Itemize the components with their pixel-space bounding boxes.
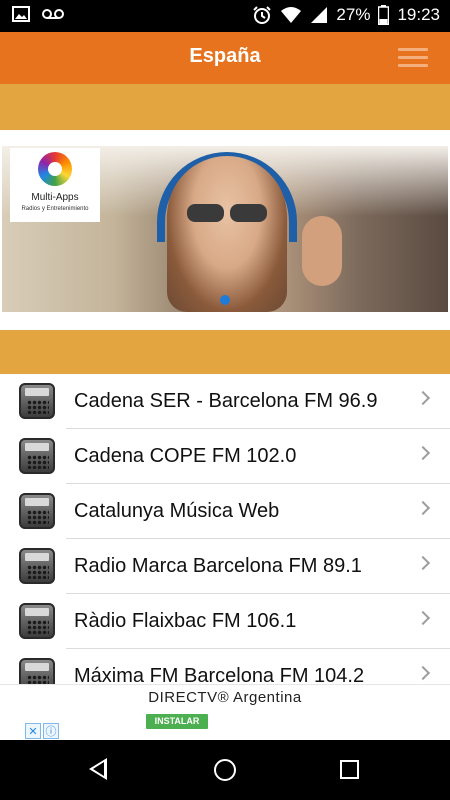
home-icon[interactable] bbox=[214, 759, 236, 781]
install-button[interactable]: INSTALAR bbox=[146, 714, 208, 729]
radio-icon bbox=[19, 383, 55, 419]
station-item[interactable]: Catalunya Música Web bbox=[0, 484, 450, 539]
station-item[interactable]: Cadena SER - Barcelona FM 96.9 bbox=[0, 374, 450, 429]
close-icon[interactable]: ✕ bbox=[25, 723, 41, 739]
person-graphic bbox=[167, 156, 287, 312]
voicemail-icon bbox=[42, 9, 64, 19]
clock: 19:23 bbox=[397, 5, 440, 24]
chevron-right-icon bbox=[415, 610, 431, 626]
radio-icon bbox=[19, 603, 55, 639]
image-icon bbox=[12, 6, 30, 22]
station-item[interactable]: Cadena COPE FM 102.0 bbox=[0, 429, 450, 484]
radio-icon bbox=[19, 548, 55, 584]
station-item[interactable]: Radio Marca Barcelona FM 89.1 bbox=[0, 539, 450, 594]
station-label: Radio Marca Barcelona FM 89.1 bbox=[74, 555, 362, 577]
battery-percent: 27% bbox=[336, 5, 371, 24]
station-label: Máxima FM Barcelona FM 104.2 bbox=[74, 665, 365, 684]
chevron-right-icon bbox=[415, 555, 431, 571]
app-bar: España bbox=[0, 32, 450, 84]
signal-icon bbox=[311, 7, 328, 23]
back-icon[interactable] bbox=[89, 758, 107, 780]
station-label: Cadena SER - Barcelona FM 96.9 bbox=[74, 390, 378, 412]
system-nav-bar bbox=[0, 740, 450, 800]
thumbs-up-graphic bbox=[302, 216, 342, 286]
radio-icon bbox=[19, 493, 55, 529]
logo-icon bbox=[38, 152, 72, 186]
station-item[interactable]: Ràdio Flaixbac FM 106.1 bbox=[0, 594, 450, 649]
station-item[interactable]: Máxima FM Barcelona FM 104.2 bbox=[0, 649, 450, 684]
banner-bottom-band bbox=[0, 330, 450, 374]
ad-title: DIRECTV® Argentina bbox=[148, 689, 302, 706]
status-bar: 27% 19:23 bbox=[0, 0, 450, 32]
page-title: España bbox=[189, 45, 261, 67]
adchoices[interactable]: ✕ ⓘ bbox=[25, 723, 59, 739]
info-icon[interactable]: ⓘ bbox=[43, 723, 59, 739]
banner-top-band bbox=[0, 84, 450, 130]
sunglasses-graphic bbox=[187, 204, 267, 222]
logo-name: Multi-Apps bbox=[31, 192, 79, 203]
station-label: Catalunya Música Web bbox=[74, 500, 280, 522]
ad-banner[interactable]: DIRECTV® Argentina INSTALAR ✕ ⓘ bbox=[0, 684, 450, 740]
chevron-right-icon bbox=[415, 665, 431, 681]
carousel-indicator-dot[interactable] bbox=[220, 295, 230, 305]
battery-icon bbox=[378, 5, 390, 25]
hamburger-menu-icon[interactable] bbox=[398, 48, 428, 70]
recents-icon[interactable] bbox=[340, 760, 359, 779]
multi-apps-logo: Multi-Apps Radios y Entretenimiento bbox=[10, 148, 100, 222]
chevron-right-icon bbox=[415, 445, 431, 461]
station-label: Ràdio Flaixbac FM 106.1 bbox=[74, 610, 297, 632]
banner-carousel[interactable]: Multi-Apps Radios y Entretenimiento bbox=[0, 130, 450, 330]
alarm-icon bbox=[253, 6, 272, 24]
chevron-right-icon bbox=[415, 500, 431, 516]
chevron-right-icon bbox=[415, 390, 431, 406]
station-label: Cadena COPE FM 102.0 bbox=[74, 445, 297, 467]
radio-icon bbox=[19, 658, 55, 684]
wifi-icon bbox=[281, 7, 302, 23]
station-list: Cadena SER - Barcelona FM 96.9 Cadena CO… bbox=[0, 374, 450, 684]
radio-icon bbox=[19, 438, 55, 474]
logo-subtitle: Radios y Entretenimiento bbox=[21, 206, 89, 212]
